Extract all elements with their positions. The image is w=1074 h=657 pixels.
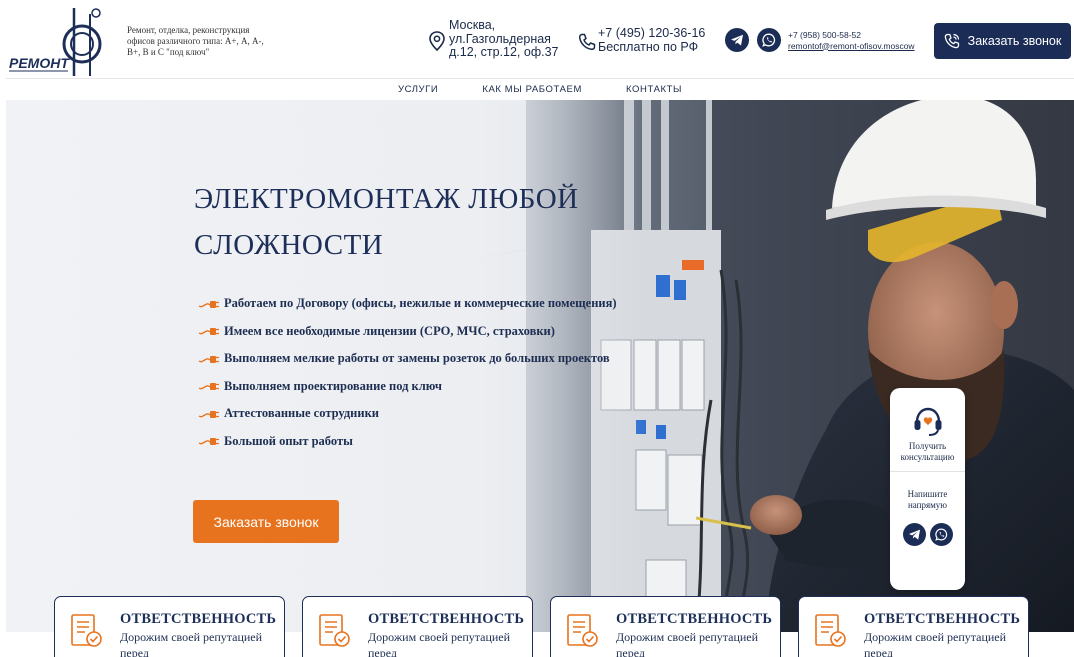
contract-icon (567, 614, 598, 647)
whatsapp-button[interactable] (757, 28, 781, 52)
address-line-3: д.12, стр.12, оф.37 (449, 45, 559, 59)
card-title: ОТВЕТСТВЕННОСТЬ (864, 611, 1021, 627)
hero-order-call-button[interactable]: Заказать звонок (193, 500, 339, 543)
company-tagline: Ремонт, отделка, реконструкция офисов ра… (127, 25, 264, 57)
nav-item-how-we-work[interactable]: КАК МЫ РАБОТАЕМ (482, 84, 582, 95)
plug-icon (198, 300, 219, 308)
email-link[interactable]: remontof@remont-ofisov.moscow (788, 41, 915, 52)
phone-call-icon (944, 33, 959, 49)
advantage-card: ОТВЕТСТВЕННОСТЬ Дорожим своей репутацией… (550, 596, 781, 657)
widget-whatsapp-button[interactable] (929, 523, 953, 546)
hero-section: ЭЛЕКТРОМОНТАЖ ЛЮБОЙ СЛОЖНОСТИ Работаем п… (6, 100, 1074, 632)
whatsapp-icon (934, 528, 947, 541)
company-logo[interactable]: РЕМОНТ (8, 4, 108, 76)
feature-text: Большой опыт работы (224, 433, 353, 448)
feature-item: Выполняем мелкие работы от замены розето… (198, 345, 617, 373)
feature-item: Выполняем проектирование под ключ (198, 373, 617, 401)
advantage-card: ОТВЕТСТВЕННОСТЬ Дорожим своей репутацией… (798, 596, 1029, 657)
contract-icon (319, 614, 350, 647)
headset-icon[interactable] (911, 404, 945, 438)
feature-item: Работаем по Договору (офисы, нежилые и к… (198, 290, 617, 318)
feature-text: Аттестованные сотрудники (224, 406, 379, 421)
telegram-icon (908, 529, 920, 540)
feature-text: Выполняем мелкие работы от замены розето… (224, 351, 610, 366)
order-call-label: Заказать звонок (967, 34, 1062, 48)
secondary-contacts: +7 (958) 500-58-52 remontof@remont-ofiso… (788, 30, 915, 51)
phone-note: Бесплатно по РФ (598, 39, 699, 54)
phone-number-2[interactable]: +7 (958) 500-58-52 (788, 30, 915, 41)
order-call-button[interactable]: Заказать звонок (934, 23, 1071, 59)
card-text: Дорожим своей репутацией перед (616, 630, 759, 657)
widget-social-buttons (890, 523, 965, 546)
widget-telegram-button[interactable] (902, 523, 926, 546)
advantage-card: ОТВЕТСТВЕННОСТЬ Дорожим своей репутацией… (54, 596, 285, 657)
card-title: ОТВЕТСТВЕННОСТЬ (616, 611, 773, 627)
phone-icon (578, 33, 596, 51)
nav-item-services[interactable]: УСЛУГИ (398, 84, 438, 95)
hero-title-line-2: СЛОЖНОСТИ (194, 229, 384, 261)
card-text: Дорожим своей репутацией перед (368, 630, 511, 657)
contract-icon (71, 614, 102, 647)
widget-divider (890, 471, 965, 472)
contract-icon (815, 614, 846, 647)
feature-item: Большой опыт работы (198, 428, 617, 456)
feature-item: Имеем все необходимые лицензии (СРО, МЧС… (198, 318, 617, 346)
card-title: ОТВЕТСТВЕННОСТЬ (120, 611, 277, 627)
feature-text: Работаем по Договору (офисы, нежилые и к… (224, 296, 617, 311)
advantage-card: ОТВЕТСТВЕННОСТЬ Дорожим своей репутацией… (302, 596, 533, 657)
main-nav: УСЛУГИ КАК МЫ РАБОТАЕМ КОНТАКТЫ (6, 78, 1074, 100)
widget-consult-label[interactable]: Получить консультацию (890, 441, 965, 463)
plug-icon (198, 383, 219, 391)
address-block: Москва, ул.Газгольдерная д.12, стр.12, о… (428, 18, 559, 60)
feature-item: Аттестованные сотрудники (198, 400, 617, 428)
card-text: Дорожим своей репутацией перед (120, 630, 263, 657)
widget-write-label: Напишите напрямую (907, 489, 948, 510)
plug-icon (198, 438, 219, 446)
telegram-icon (731, 34, 743, 46)
hero-title: ЭЛЕКТРОМОНТАЖ ЛЮБОЙ СЛОЖНОСТИ (194, 176, 634, 268)
nav-item-contacts[interactable]: КОНТАКТЫ (626, 84, 682, 95)
site-header: РЕМОНТ Ремонт, отделка, реконструкция оф… (0, 0, 1074, 78)
contact-widget: Получить консультацию Напишите напрямую (890, 388, 965, 590)
card-title: ОТВЕТСТВЕННОСТЬ (368, 611, 525, 627)
whatsapp-icon (762, 33, 776, 47)
plug-icon (198, 410, 219, 418)
address-line-2: ул.Газгольдерная (449, 31, 551, 46)
feature-text: Имеем все необходимые лицензии (СРО, МЧС… (224, 323, 555, 338)
phone-number[interactable]: +7 (495) 120-36-16 (598, 26, 705, 41)
hero-title-line-1: ЭЛЕКТРОМОНТАЖ ЛЮБОЙ (194, 183, 579, 215)
logo-text: РЕМОНТ (9, 55, 70, 71)
plug-icon (198, 355, 219, 363)
plug-icon (198, 328, 219, 336)
map-pin-icon (429, 31, 445, 51)
feature-list: Работаем по Договору (офисы, нежилые и к… (198, 290, 617, 455)
telegram-button[interactable] (725, 28, 749, 52)
address-line-1: Москва, (449, 18, 496, 32)
card-text: Дорожим своей репутацией перед (864, 630, 1007, 657)
feature-text: Выполняем проектирование под ключ (224, 378, 442, 393)
phone-block[interactable]: +7 (495) 120-36-16 Бесплатно по РФ (578, 26, 705, 54)
